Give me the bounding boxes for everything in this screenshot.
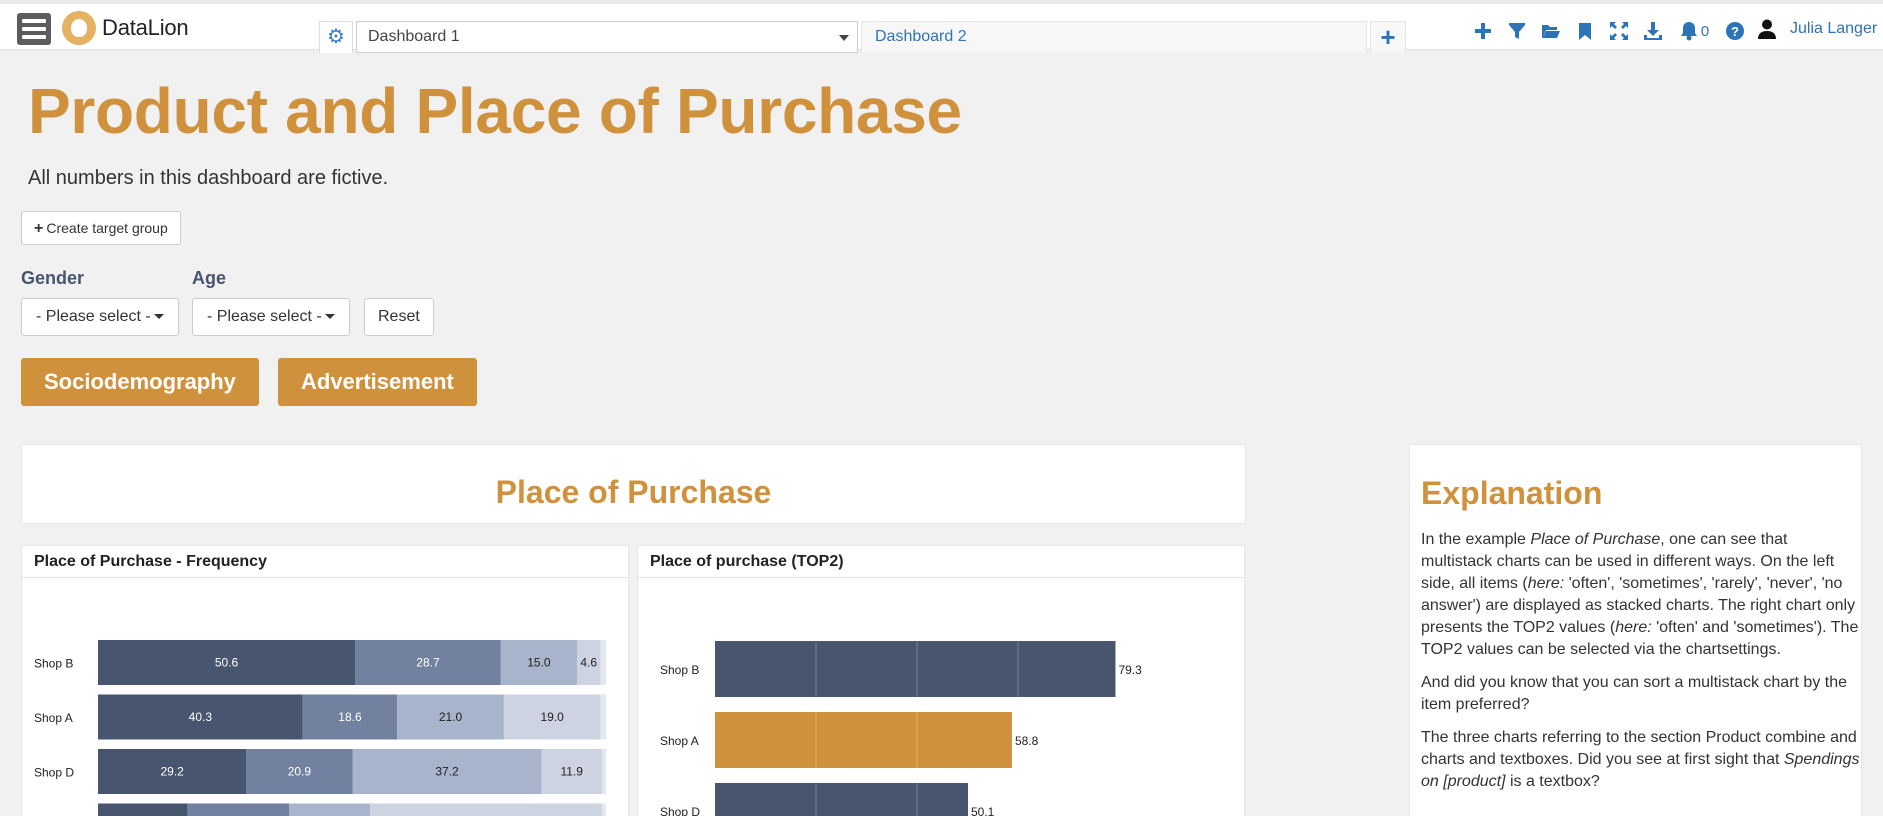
y-axis-label: Shop D bbox=[660, 805, 700, 816]
notification-count: 0 bbox=[1700, 22, 1710, 40]
gender-filter-label: Gender bbox=[21, 268, 85, 288]
tab-dashboard-1-label: Dashboard 1 bbox=[368, 28, 460, 45]
data-label: 28.7 bbox=[416, 656, 440, 670]
tab-dashboard-1[interactable]: Dashboard 1 bbox=[356, 21, 858, 53]
bookmark-icon[interactable] bbox=[1568, 18, 1602, 44]
create-target-group-button[interactable]: + Create target group bbox=[21, 211, 181, 245]
reset-button[interactable]: Reset bbox=[364, 298, 434, 336]
y-axis-label: Shop A bbox=[660, 734, 699, 748]
y-axis-label: Shop B bbox=[660, 663, 699, 677]
y-axis-label: Shop A bbox=[34, 711, 73, 725]
bar-segment bbox=[289, 803, 371, 816]
explanation-paragraph-3: The three charts referring to the sectio… bbox=[1421, 729, 1860, 790]
data-label: 18.6 bbox=[338, 710, 362, 724]
svg-text:?: ? bbox=[1731, 24, 1739, 39]
plus-icon[interactable] bbox=[1466, 18, 1500, 44]
create-target-group-label: Create target group bbox=[46, 220, 168, 236]
data-label: 29.2 bbox=[160, 765, 184, 779]
bar-segment bbox=[601, 749, 606, 794]
tab-dashboard-2[interactable]: Dashboard 2 bbox=[861, 21, 1367, 53]
chevron-down-icon[interactable] bbox=[839, 35, 849, 41]
lion-logo-icon bbox=[62, 11, 96, 45]
bar-segment bbox=[601, 803, 606, 816]
frequency-chart-panel: Place of Purchase - Frequency Shop B 50.6… bbox=[21, 545, 629, 816]
toolbar-icons: 0 ? bbox=[1466, 18, 1752, 44]
top2-chart-panel: Place of purchase (TOP2) Shop B 79.3 Shop … bbox=[637, 545, 1245, 816]
age-select-value: - Please select - bbox=[207, 308, 322, 325]
data-label: 21.0 bbox=[439, 710, 463, 724]
age-select[interactable]: - Please select - bbox=[192, 298, 350, 336]
data-label: 50.1 bbox=[971, 805, 995, 816]
bar-segment bbox=[98, 803, 188, 816]
section-title-panel: Place of Purchase bbox=[21, 444, 1246, 524]
data-label: 37.2 bbox=[435, 765, 459, 779]
datalion-logo[interactable]: DataLion bbox=[62, 11, 189, 45]
data-label: 79.3 bbox=[1118, 663, 1142, 677]
top2-chart-title: Place of purchase (TOP2) bbox=[638, 546, 1244, 578]
user-menu[interactable]: Julia Langer bbox=[1758, 16, 1877, 42]
help-icon[interactable]: ? bbox=[1718, 18, 1752, 44]
tab-dashboard-2-label: Dashboard 2 bbox=[875, 28, 967, 45]
bar-segment bbox=[187, 803, 290, 816]
page-title: Product and Place of Purchase bbox=[28, 75, 962, 147]
section-title: Place of Purchase bbox=[495, 474, 772, 510]
explanation-panel: Explanation In the example Place of Purc… bbox=[1409, 444, 1862, 816]
gender-select[interactable]: - Please select - bbox=[21, 298, 179, 336]
dashboard-settings-gear-icon[interactable]: ⚙ bbox=[319, 21, 353, 53]
caret-down-icon bbox=[153, 314, 164, 320]
user-name: Julia Langer bbox=[1790, 20, 1878, 37]
data-label: 50.6 bbox=[215, 656, 239, 670]
bar bbox=[715, 712, 1012, 768]
bell-icon bbox=[1680, 22, 1697, 41]
bar-segment bbox=[370, 803, 602, 816]
top-navigation-bar: DataLion ⚙ Dashboard 1 Dashboard 2 + 0 ?… bbox=[0, 0, 1883, 53]
data-label: 15.0 bbox=[527, 656, 551, 670]
gender-select-value: - Please select - bbox=[36, 308, 151, 325]
page-subtitle: All numbers in this dashboard are fictiv… bbox=[28, 167, 389, 189]
frequency-chart-title: Place of Purchase - Frequency bbox=[22, 546, 628, 578]
filter-icon[interactable] bbox=[1500, 18, 1534, 44]
advertisement-button[interactable]: Advertisement bbox=[278, 358, 477, 406]
data-label: 19.0 bbox=[540, 710, 564, 724]
add-dashboard-tab-button[interactable]: + bbox=[1370, 21, 1406, 53]
folder-open-icon[interactable] bbox=[1534, 18, 1568, 44]
data-label: 20.9 bbox=[288, 765, 312, 779]
explanation-paragraph-2: And did you know that you can sort a mul… bbox=[1421, 674, 1847, 713]
explanation-title: Explanation bbox=[1421, 475, 1603, 511]
explanation-paragraph-1: In the example Place of Purchase, one ca… bbox=[1421, 531, 1859, 658]
bar-segment bbox=[600, 694, 606, 740]
y-axis-label: Shop B bbox=[34, 657, 73, 671]
explanation-text: In the example Place of Purchase, one ca… bbox=[1421, 529, 1861, 804]
frequency-stacked-bar-chart: Shop B 50.6 28.7 15.0 4.6 Shop A 40.3 18.6 21.0 1… bbox=[34, 640, 606, 816]
logo-text: DataLion bbox=[102, 15, 189, 40]
user-icon bbox=[1758, 19, 1776, 39]
age-filter-label: Age bbox=[192, 268, 227, 288]
data-label: 4.6 bbox=[580, 656, 597, 670]
sociodemography-button[interactable]: Sociodemography bbox=[21, 358, 259, 406]
download-icon[interactable] bbox=[1636, 18, 1670, 44]
data-label: 11.9 bbox=[560, 765, 583, 779]
bar bbox=[715, 641, 1116, 697]
data-label: 40.3 bbox=[189, 710, 213, 724]
top2-bar-chart: Shop B 79.3Shop A 58.8Shop D 50.1 bbox=[660, 637, 1142, 816]
bar-segment bbox=[600, 640, 606, 685]
notifications-bell[interactable]: 0 bbox=[1670, 18, 1718, 44]
caret-down-icon bbox=[324, 314, 335, 320]
y-axis-label: Shop D bbox=[34, 766, 74, 780]
fullscreen-icon[interactable] bbox=[1602, 18, 1636, 44]
hamburger-menu-icon[interactable] bbox=[17, 13, 51, 45]
plus-icon: + bbox=[34, 220, 44, 237]
bar bbox=[715, 783, 969, 816]
